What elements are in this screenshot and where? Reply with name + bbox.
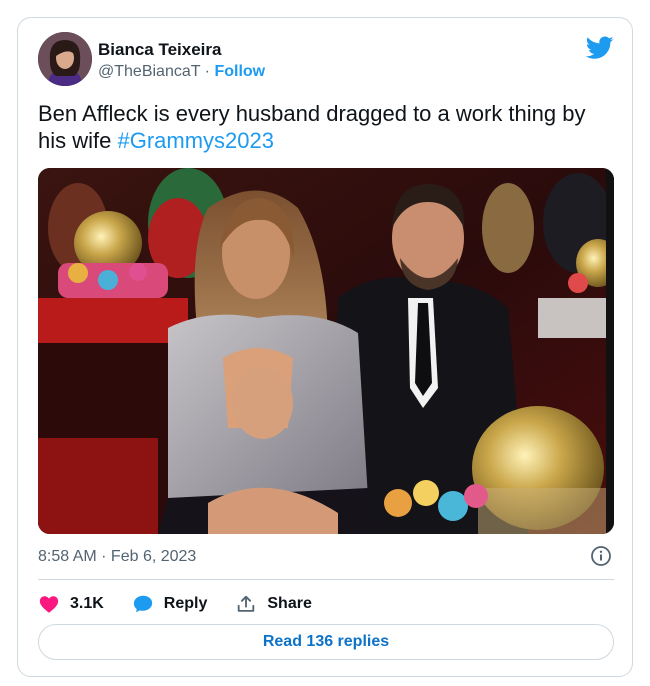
- divider: [38, 579, 614, 580]
- share-button[interactable]: Share: [235, 593, 312, 615]
- twitter-bird-icon[interactable]: [585, 36, 614, 60]
- avatar[interactable]: [38, 32, 92, 86]
- follow-link[interactable]: Follow: [214, 63, 265, 80]
- tweet-timestamp[interactable]: 8:58 AM · Feb 6, 2023: [38, 548, 196, 566]
- reply-label: Reply: [163, 595, 208, 612]
- info-icon[interactable]: [590, 545, 612, 567]
- author-display-name[interactable]: Bianca Teixeira: [98, 40, 221, 60]
- read-replies-button[interactable]: Read 136 replies: [38, 624, 614, 660]
- reply-button[interactable]: Reply: [132, 593, 208, 615]
- author-handle-row: @TheBiancaT · Follow: [98, 63, 265, 81]
- like-button[interactable]: 3.1K: [38, 593, 104, 615]
- tweet-photo[interactable]: [38, 168, 614, 534]
- heart-icon: [38, 593, 60, 615]
- share-label: Share: [267, 595, 312, 612]
- upload-arrow-icon: [235, 593, 257, 615]
- hashtag-link[interactable]: #Grammys2023: [117, 128, 274, 153]
- speech-bubble-icon: [132, 593, 154, 615]
- author-handle[interactable]: @TheBiancaT: [98, 63, 200, 80]
- action-bar: 3.1K Reply Share: [38, 590, 312, 618]
- tweet-text: Ben Affleck is every husband dragged to …: [38, 100, 618, 154]
- tweet-card: Bianca Teixeira @TheBiancaT · Follow Ben…: [17, 17, 633, 677]
- separator: ·: [204, 63, 210, 80]
- like-count: 3.1K: [70, 595, 104, 612]
